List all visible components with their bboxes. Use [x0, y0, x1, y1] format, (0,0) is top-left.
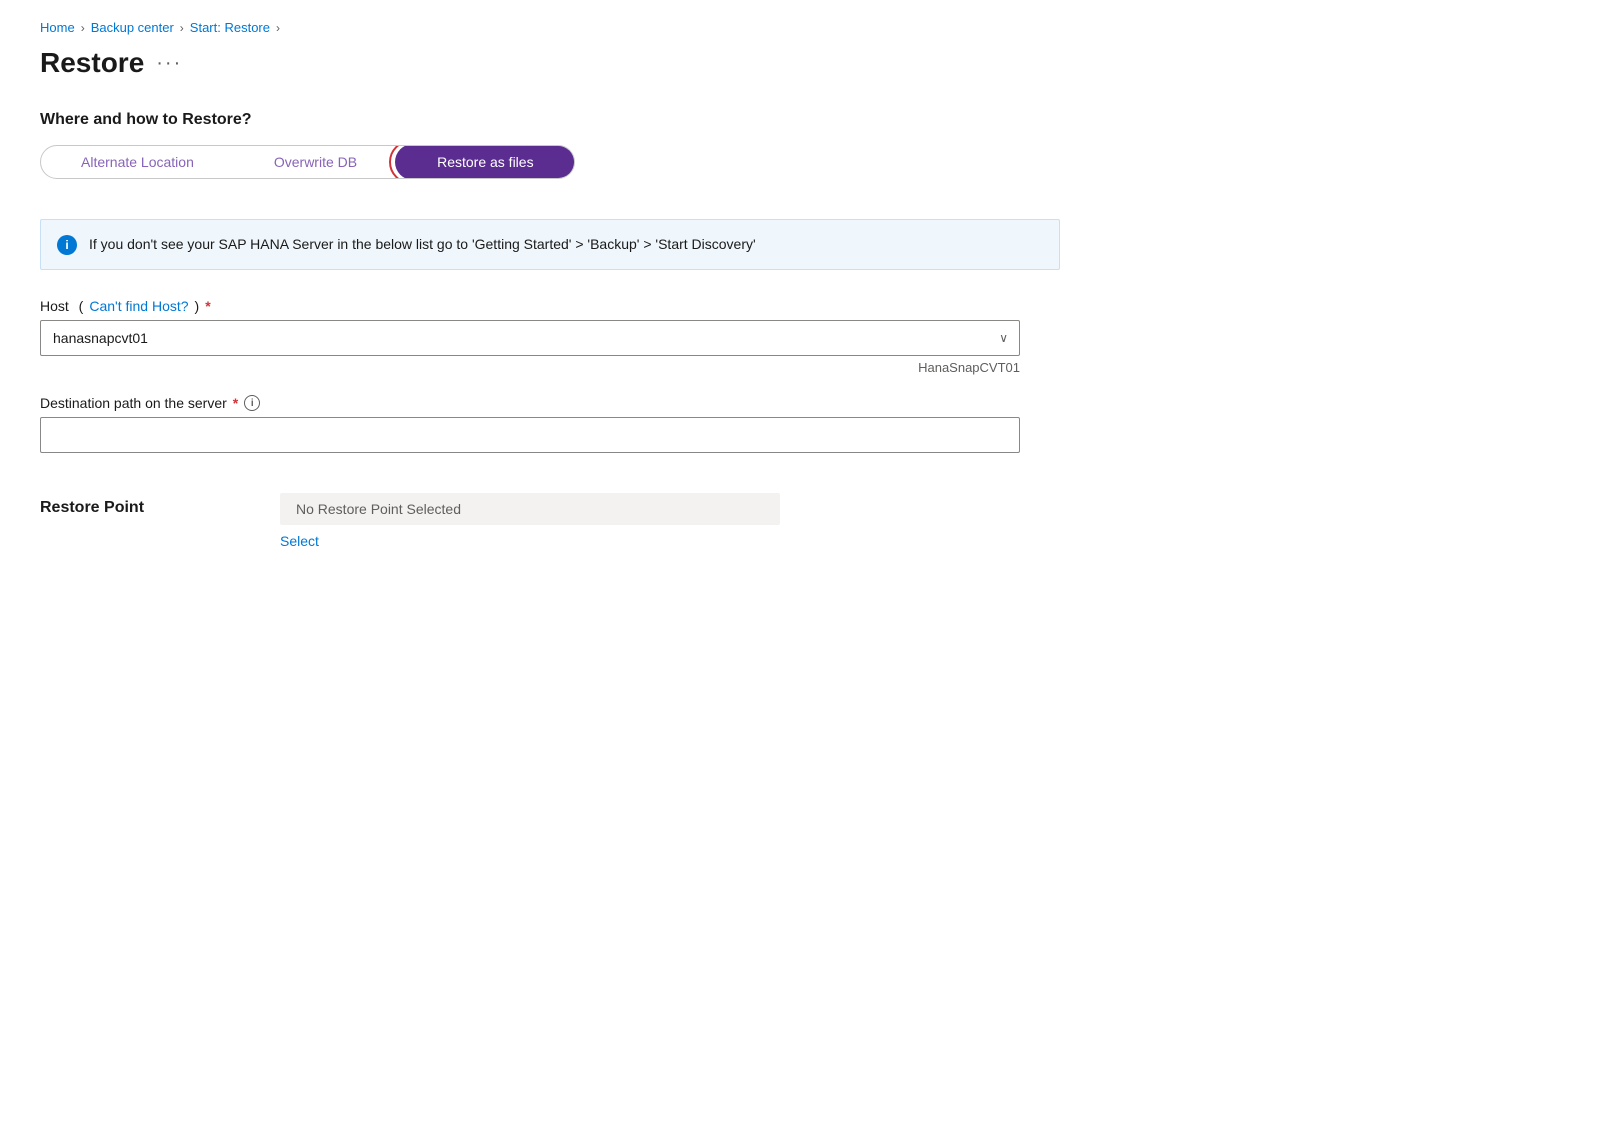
restore-point-label: Restore Point [40, 493, 220, 517]
tab-overwrite-db[interactable]: Overwrite DB [234, 146, 397, 178]
host-select[interactable]: hanasnapcvt01 [40, 320, 1020, 356]
restore-tabs: Alternate Location Overwrite DB Restore … [40, 145, 1060, 199]
breadcrumb-sep-1: › [81, 21, 85, 35]
destination-field-group: Destination path on the server * i [40, 395, 1060, 453]
destination-info-icon[interactable]: i [244, 395, 260, 411]
breadcrumb-sep-2: › [180, 21, 184, 35]
cant-find-host-link[interactable]: Can't find Host? [89, 298, 188, 314]
host-label-text: Host [40, 298, 69, 314]
host-select-wrapper: hanasnapcvt01 ∨ [40, 320, 1020, 356]
more-options-button[interactable]: ··· [156, 52, 182, 75]
tab-group: Alternate Location Overwrite DB Restore … [40, 145, 575, 179]
host-hint: HanaSnapCVT01 [40, 360, 1020, 375]
destination-field-label: Destination path on the server * i [40, 395, 1060, 411]
info-icon: i [57, 235, 77, 255]
section-where-how-title: Where and how to Restore? [40, 111, 1060, 129]
restore-point-section: Restore Point No Restore Point Selected … [40, 493, 1060, 549]
info-box: i If you don't see your SAP HANA Server … [40, 219, 1060, 270]
restore-point-placeholder: No Restore Point Selected [280, 493, 780, 525]
breadcrumb-home[interactable]: Home [40, 20, 75, 35]
tab-restore-as-files-wrapper: Restore as files [397, 146, 573, 178]
host-field-label: Host ( Can't find Host? ) * [40, 298, 1060, 314]
destination-label-text: Destination path on the server [40, 395, 227, 411]
restore-point-select-link[interactable]: Select [280, 533, 780, 549]
restore-point-content: No Restore Point Selected Select [280, 493, 780, 549]
breadcrumb-start-restore[interactable]: Start: Restore [190, 20, 270, 35]
tab-alternate-location[interactable]: Alternate Location [41, 146, 234, 178]
info-text: If you don't see your SAP HANA Server in… [89, 234, 756, 255]
breadcrumb: Home › Backup center › Start: Restore › [40, 20, 1060, 35]
breadcrumb-sep-3: › [276, 21, 280, 35]
host-field-group: Host ( Can't find Host? ) * hanasnapcvt0… [40, 298, 1060, 375]
tab-restore-as-files[interactable]: Restore as files [397, 146, 573, 178]
host-required-star: * [205, 298, 210, 314]
destination-required-star: * [233, 395, 238, 411]
destination-path-input[interactable] [40, 417, 1020, 453]
breadcrumb-backup-center[interactable]: Backup center [91, 20, 174, 35]
page-title: Restore [40, 47, 144, 79]
